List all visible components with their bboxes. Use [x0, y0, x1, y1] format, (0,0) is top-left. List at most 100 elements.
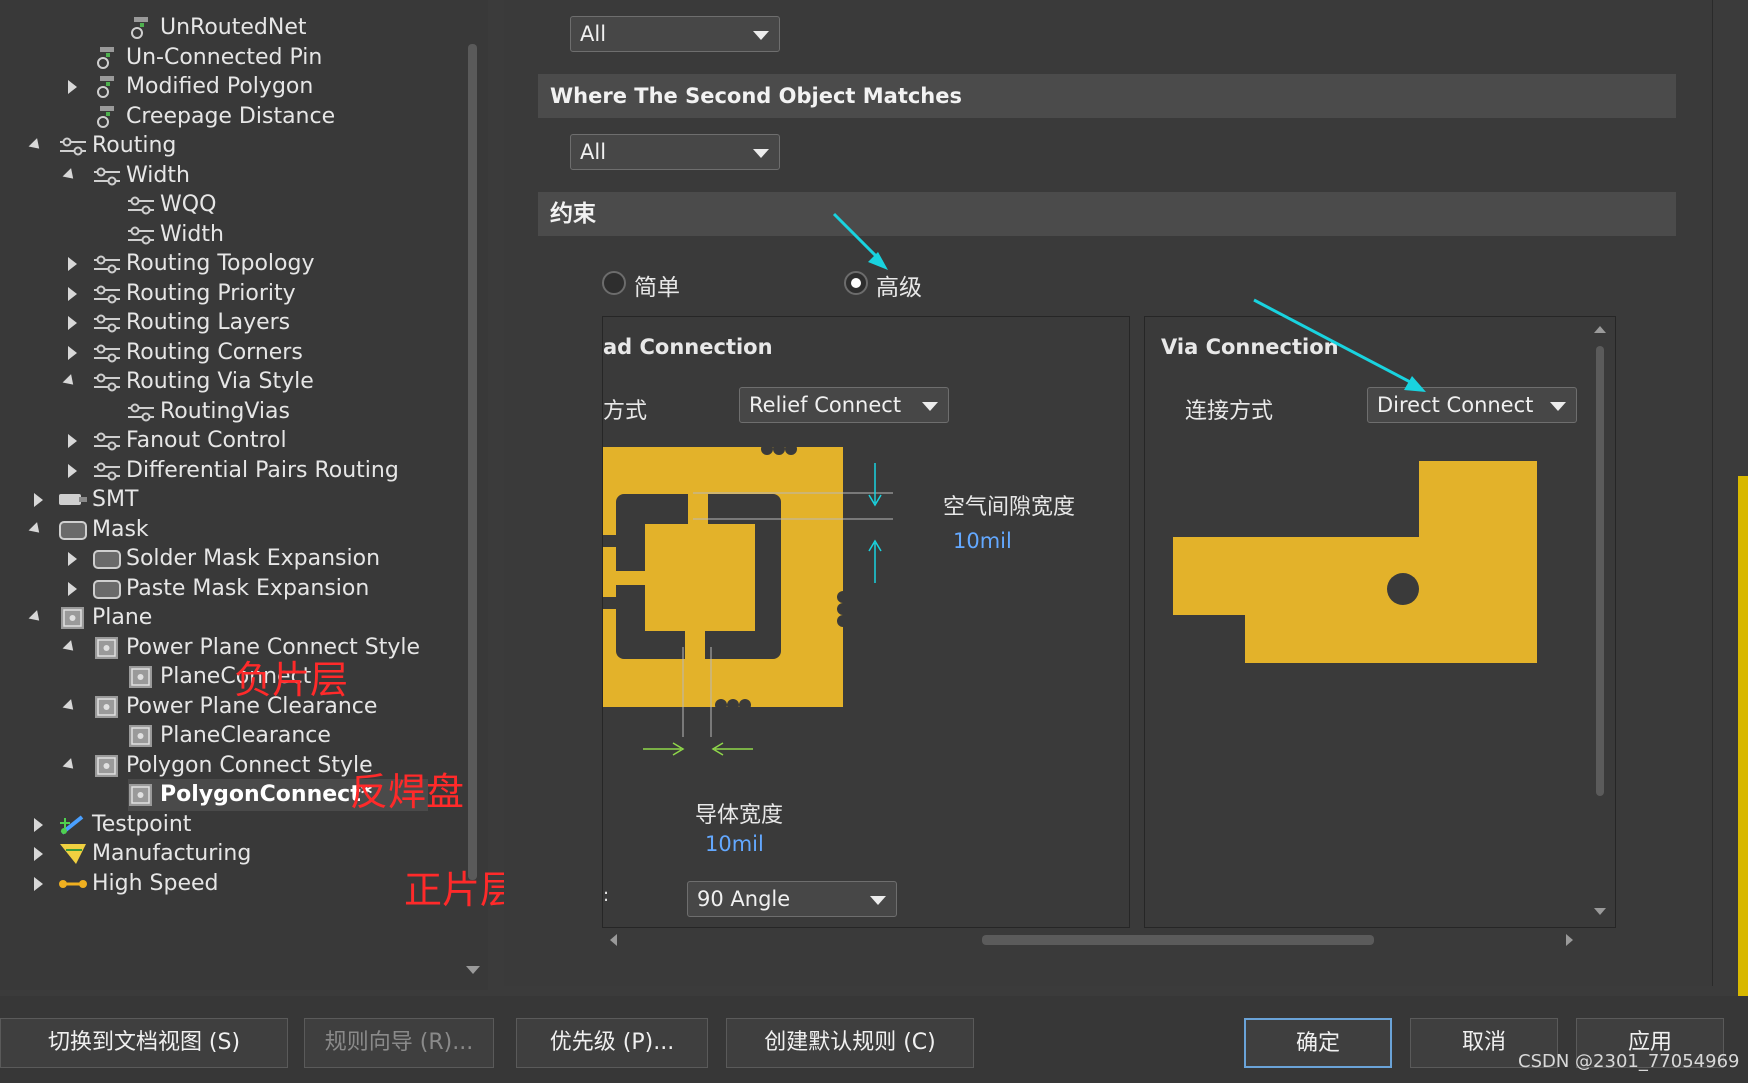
tree-item-label: Solder Mask Expansion: [126, 546, 381, 571]
create-default-rules-button[interactable]: 创建默认规则 (C): [726, 1018, 974, 1068]
chevron-down-icon: [1550, 402, 1566, 411]
routing-icon: [126, 400, 156, 424]
tree-item-label: RoutingVias: [160, 398, 290, 424]
expand-arrow-icon[interactable]: [68, 552, 77, 566]
mask-icon: [92, 577, 122, 601]
expand-arrow-icon[interactable]: [68, 345, 77, 360]
unrouted-icon: [92, 105, 122, 129]
routing-icon: [126, 223, 156, 247]
via-method-label: 连接方式: [1185, 399, 1274, 424]
chevron-down-icon: [753, 31, 769, 40]
collapse-arrow-icon[interactable]: [62, 639, 78, 655]
direct-connect-diagram: [1173, 461, 1537, 663]
tree-item-label: Routing: [92, 133, 177, 158]
conductor-width-value[interactable]: 10mil: [705, 832, 764, 856]
window-edge-accent: [1738, 476, 1748, 1076]
collapse-arrow-icon[interactable]: [28, 138, 44, 153]
via-method-combo[interactable]: Direct Connect: [1367, 387, 1577, 423]
second-object-match-combo[interactable]: All: [570, 134, 780, 170]
plane-icon: [92, 636, 122, 660]
tree-item-label: Manufacturing: [92, 841, 252, 866]
tree-item-label: Differential Pairs Routing: [126, 457, 399, 483]
expand-arrow-icon[interactable]: [68, 316, 77, 330]
tree-item-label: Un-Connected Pin: [126, 44, 323, 70]
rotation-combo[interactable]: 90 Angle: [687, 881, 897, 917]
plane-icon: [126, 665, 156, 689]
tree-item-label: WQQ: [160, 192, 217, 217]
expand-arrow-icon[interactable]: [34, 817, 43, 832]
plane-icon: [58, 606, 88, 630]
pad-connection-panel: ad Connection 方式 Relief Connect 空气间隙宽度 1…: [602, 316, 1130, 928]
plane-icon: [126, 724, 156, 748]
expand-arrow-icon[interactable]: [68, 80, 77, 94]
collapse-arrow-icon[interactable]: [28, 610, 44, 625]
rotation-value: 90 Angle: [697, 887, 791, 911]
radio-advanced-label[interactable]: 高级: [876, 268, 922, 302]
tree-item-label: Routing Corners: [126, 339, 303, 365]
tree-item-label: Width: [160, 221, 224, 247]
radio-simple-label[interactable]: 简单: [634, 268, 680, 302]
routing-icon: [92, 370, 122, 394]
routing-icon: [92, 429, 122, 453]
routing-icon: [58, 134, 88, 158]
radio-advanced[interactable]: [844, 271, 868, 295]
chevron-down-icon: [922, 402, 938, 411]
rule-wizard-button[interactable]: 规则向导 (R)...: [304, 1018, 494, 1068]
expand-arrow-icon[interactable]: [68, 434, 77, 448]
tree-item-label: Routing Priority: [126, 280, 296, 306]
rule-tree[interactable]: UnRoutedNet Un-Connected Pin Modified Poly…: [0, 0, 488, 990]
tree-scroll-down-arrow[interactable]: [466, 966, 480, 974]
expand-arrow-icon[interactable]: [68, 257, 77, 271]
priority-button[interactable]: 优先级 (P)...: [516, 1018, 708, 1068]
tree-item-label: SMT: [92, 487, 139, 512]
air-gap-value[interactable]: 10mil: [953, 529, 1012, 553]
ok-button[interactable]: 确定: [1244, 1018, 1392, 1068]
tree-item-label: PolygonConnect*: [160, 782, 373, 807]
routing-icon: [92, 252, 122, 276]
via-connection-title: Via Connection: [1161, 335, 1339, 359]
via-method-value: Direct Connect: [1377, 393, 1534, 417]
tree-scrollbar[interactable]: [468, 44, 477, 880]
tree-item-label: Routing Layers: [126, 310, 291, 335]
panel-scroll-right-arrow[interactable]: [1566, 934, 1573, 946]
routing-icon: [92, 164, 122, 188]
first-object-match-combo[interactable]: All: [570, 16, 780, 52]
collapse-arrow-icon[interactable]: [28, 521, 44, 537]
collapse-arrow-icon[interactable]: [62, 374, 78, 389]
expand-arrow-icon[interactable]: [68, 463, 77, 478]
unrouted-icon: [92, 46, 122, 70]
routing-icon: [92, 311, 122, 335]
expand-arrow-icon[interactable]: [68, 286, 77, 301]
via-connection-panel: Via Connection 连接方式 Direct Connect: [1144, 316, 1616, 928]
watermark: CSDN @2301_77054969: [1518, 1051, 1740, 1072]
chevron-down-icon: [753, 149, 769, 158]
expand-arrow-icon[interactable]: [34, 876, 43, 891]
tree-item-label: Polygon Connect Style: [126, 752, 373, 778]
annotation-positive-layer: 正片层: [404, 868, 519, 912]
highspeed-icon: [58, 872, 88, 896]
relief-connect-diagram: [603, 447, 893, 737]
panel-vertical-scrollbar[interactable]: [1596, 346, 1604, 796]
panel-horizontal-scrollbar[interactable]: [982, 935, 1374, 945]
panel-scroll-down-arrow[interactable]: [1594, 908, 1606, 915]
rule-editor-pane: All Where The Second Object Matches All …: [504, 0, 1713, 986]
plane-icon: [92, 695, 122, 719]
switch-document-view-button[interactable]: 切换到文档视图 (S): [0, 1018, 288, 1068]
panel-scroll-left-arrow[interactable]: [610, 934, 617, 946]
expand-arrow-icon[interactable]: [34, 847, 43, 861]
unrouted-icon: [126, 16, 156, 40]
collapse-arrow-icon[interactable]: [62, 167, 78, 183]
tree-item-label: Fanout Control: [126, 428, 287, 453]
expand-arrow-icon[interactable]: [34, 493, 43, 507]
radio-simple[interactable]: [602, 271, 626, 295]
collapse-arrow-icon[interactable]: [62, 698, 78, 714]
unrouted-icon: [92, 75, 122, 99]
conductor-dimension-arrows: [643, 742, 753, 756]
first-object-match-value: All: [580, 22, 607, 46]
collapse-arrow-icon[interactable]: [62, 757, 78, 773]
tree-item-label: Plane: [92, 605, 153, 630]
panel-scroll-up-arrow[interactable]: [1594, 326, 1606, 333]
pad-method-combo[interactable]: Relief Connect: [739, 387, 949, 423]
expand-arrow-icon[interactable]: [68, 581, 77, 596]
routing-icon: [92, 459, 122, 483]
